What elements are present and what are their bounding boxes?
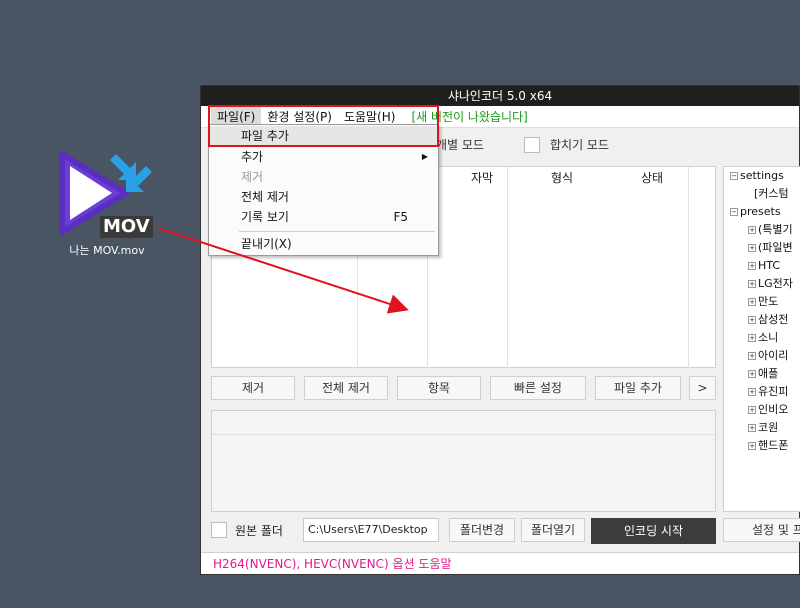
file-label: 나는 MOV.mov (69, 244, 145, 257)
expand-icon: + (748, 298, 756, 306)
column-divider (688, 167, 689, 369)
quick-settings-button[interactable]: 빠른 설정 (490, 376, 586, 400)
tree-item[interactable]: + 아이리 (748, 347, 788, 365)
log-header (212, 411, 715, 435)
source-folder-option[interactable]: 원본 폴더 (211, 518, 283, 542)
expand-icon: + (748, 388, 756, 396)
column-format[interactable]: 형식 (542, 167, 582, 189)
update-notice[interactable]: [새 버전이 나왔습니다] (401, 108, 527, 125)
menu-item-exit[interactable]: 끝내기(X) (209, 234, 438, 254)
column-status[interactable]: 상태 (632, 167, 672, 189)
desktop-file-icon[interactable]: MOV 나는 MOV.mov (52, 150, 162, 258)
expand-icon: + (748, 244, 756, 252)
individual-mode-label[interactable]: 개별 모드 (436, 136, 484, 153)
mode-options: 개별 모드 합치기 모드 (436, 136, 609, 153)
tree-node-settings[interactable]: − settings (730, 167, 784, 185)
menu-item-history[interactable]: 기록 보기 F5 (209, 207, 438, 227)
expand-icon: + (748, 352, 756, 360)
settings-button[interactable]: 설정 및 프 (723, 518, 800, 542)
submenu-arrow-icon: ▶ (421, 152, 428, 161)
tree-item[interactable]: + 코원 (748, 419, 778, 437)
shortcut-label: F5 (393, 210, 408, 224)
merge-mode-label[interactable]: 합치기 모드 (550, 136, 609, 153)
menu-item-add[interactable]: 추가 ▶ (209, 147, 438, 167)
tree-item[interactable]: + HTC (748, 257, 780, 275)
tree-item[interactable]: + (파일변 (748, 239, 793, 257)
file-dropdown-menu: 파일 추가 추가 ▶ 제거 전체 제거 기록 보기 F5 끝내기(X) (208, 124, 439, 256)
tree-item[interactable]: + 만도 (748, 293, 778, 311)
more-button[interactable]: > (689, 376, 716, 400)
tree-item[interactable]: + 삼성전 (748, 311, 788, 329)
log-panel (211, 410, 716, 512)
menu-item-remove-all[interactable]: 전체 제거 (209, 187, 438, 207)
expand-icon: + (748, 406, 756, 414)
change-folder-button[interactable]: 폴더변경 (449, 518, 515, 542)
column-divider (507, 167, 508, 369)
start-encoding-button[interactable]: 인코딩 시작 (591, 518, 716, 544)
tree-node-presets[interactable]: − presets (730, 203, 781, 221)
output-path-field[interactable]: C:\Users\E77\Desktop (303, 518, 439, 542)
menu-item-remove: 제거 (241, 170, 264, 184)
merge-mode-checkbox[interactable] (523, 136, 540, 153)
collapse-icon: − (730, 208, 738, 216)
mov-badge: MOV (100, 216, 153, 238)
tree-item[interactable]: + LG전자 (748, 275, 793, 293)
tree-item[interactable]: + 애플 (748, 365, 778, 383)
status-help-link[interactable]: H264(NVENC), HEVC(NVENC) 옵션 도움말 (201, 552, 799, 574)
tree-node-custom[interactable]: [커스텀 (754, 185, 789, 203)
collapse-icon: − (730, 172, 738, 180)
add-file-button[interactable]: 파일 추가 (595, 376, 681, 400)
menu-item-add-file[interactable]: 파일 추가 (209, 126, 438, 146)
expand-icon: + (748, 424, 756, 432)
items-button[interactable]: 항목 (397, 376, 481, 400)
source-folder-label: 원본 폴더 (235, 523, 283, 538)
expand-icon: + (748, 280, 756, 288)
column-subtitle[interactable]: 자막 (462, 167, 502, 189)
tree-item[interactable]: + 유진피 (748, 383, 788, 401)
remove-button[interactable]: 제거 (211, 376, 295, 400)
window-title: 샤나인코더 5.0 x64 (201, 86, 799, 106)
tree-item[interactable]: + 인비오 (748, 401, 788, 419)
preset-tree[interactable]: − settings [커스텀 − presets + (특별기 + (파일변 + HTC… (723, 166, 800, 512)
expand-icon: + (748, 442, 756, 450)
expand-icon: + (748, 226, 756, 234)
expand-icon: + (748, 262, 756, 270)
expand-icon: + (748, 316, 756, 324)
menu-separator (239, 231, 435, 232)
expand-icon: + (748, 334, 756, 342)
tree-item[interactable]: + (특별기 (748, 221, 793, 239)
tree-item[interactable]: + 소니 (748, 329, 778, 347)
tree-item[interactable]: + 핸드폰 (748, 437, 788, 455)
expand-icon: + (748, 370, 756, 378)
source-folder-checkbox[interactable] (211, 522, 227, 538)
open-folder-button[interactable]: 폴더열기 (521, 518, 585, 542)
remove-all-button[interactable]: 전체 제거 (304, 376, 388, 400)
